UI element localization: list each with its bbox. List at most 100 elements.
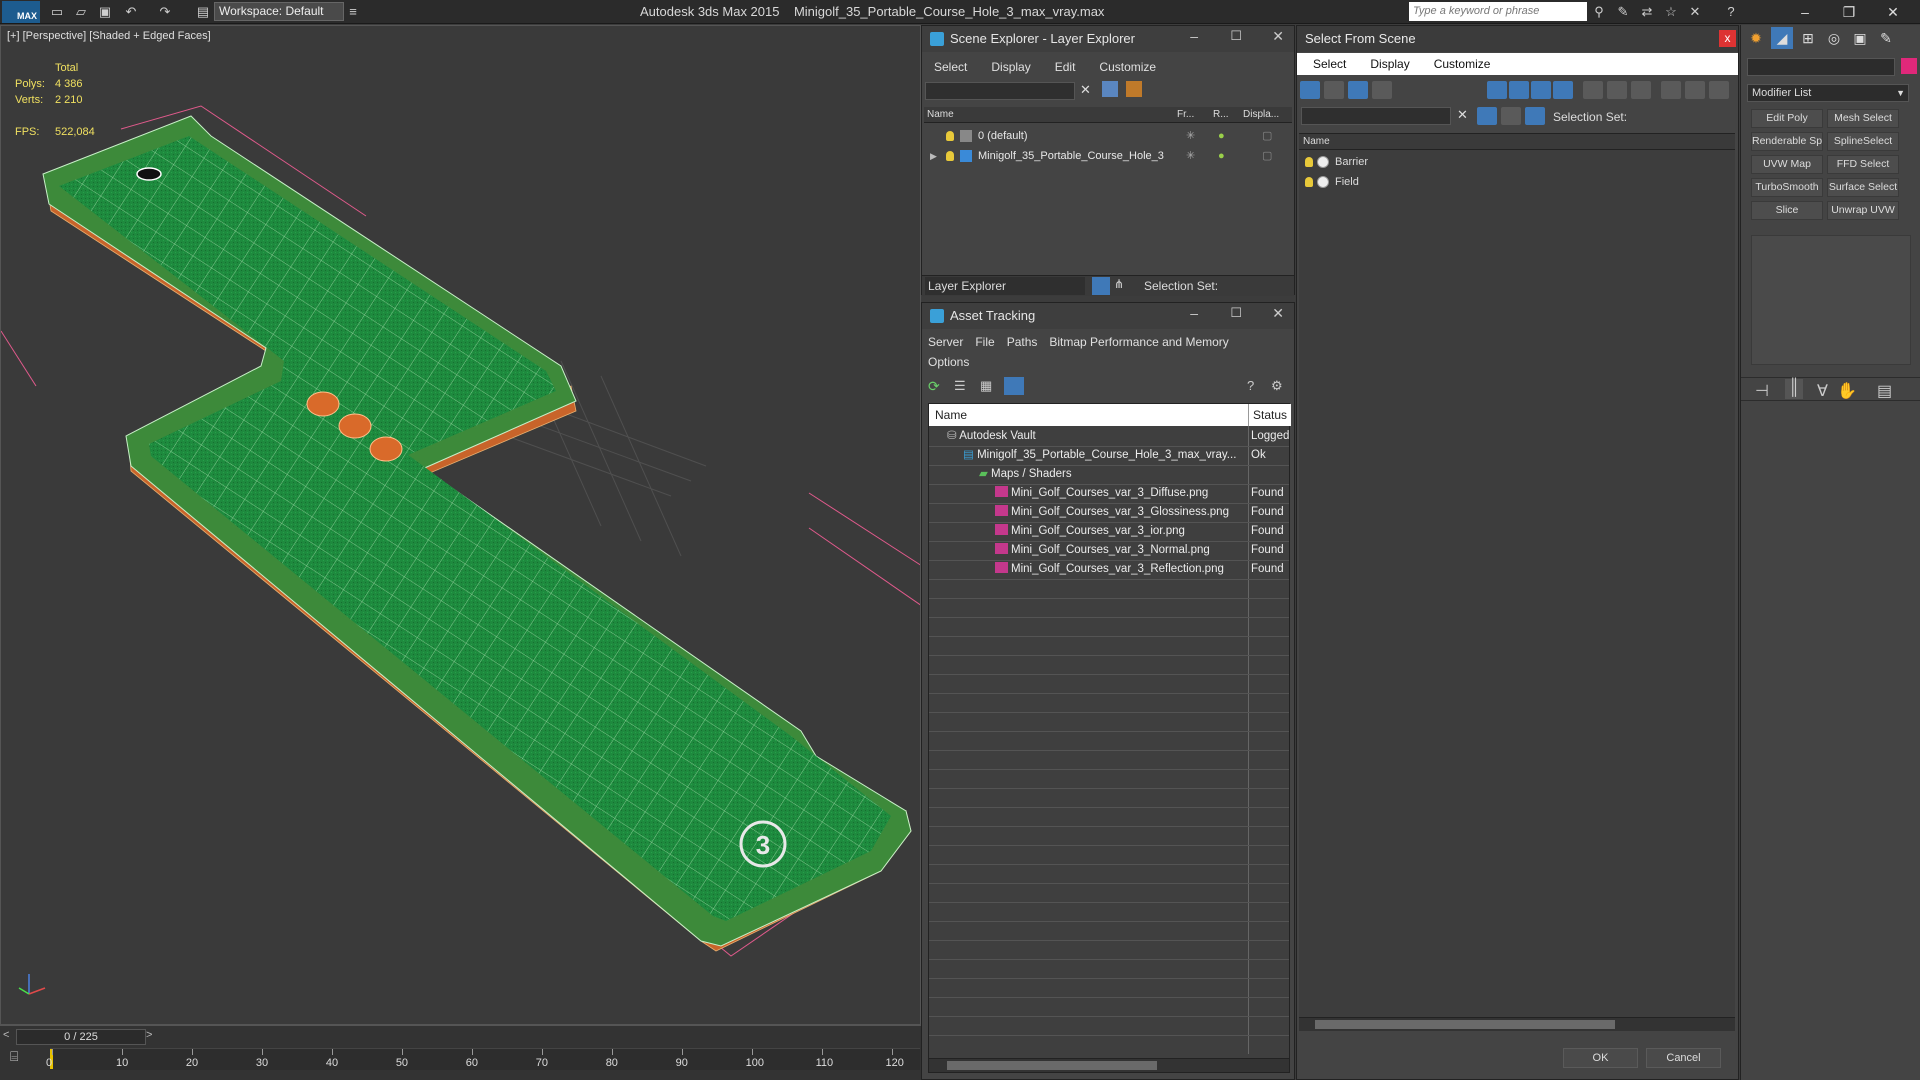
spacewarps-filter-icon[interactable] bbox=[1607, 81, 1627, 99]
save-file-icon[interactable]: ▣ bbox=[96, 3, 114, 21]
configure-sets-icon[interactable]: ▤ bbox=[1877, 381, 1892, 401]
display-icon[interactable]: ▢ bbox=[1262, 146, 1272, 166]
scene-search-input[interactable] bbox=[925, 82, 1075, 100]
maximize-icon[interactable]: ☐ bbox=[1230, 28, 1242, 44]
light-bulb-icon[interactable] bbox=[946, 151, 954, 161]
select-scene-titlebar[interactable]: Select From Scene bbox=[1297, 26, 1738, 52]
make-unique-icon[interactable]: ∀ bbox=[1817, 381, 1828, 401]
table-row[interactable]: Mini_Golf_Courses_var_3_Reflection.png Fo… bbox=[929, 560, 1289, 579]
maximize-icon[interactable]: ☐ bbox=[1230, 305, 1242, 321]
column-display[interactable]: Displa... bbox=[1240, 107, 1292, 123]
help-icon[interactable]: ? bbox=[1722, 3, 1740, 21]
scrollbar-thumb[interactable] bbox=[1315, 1020, 1615, 1029]
shapes-filter-icon[interactable] bbox=[1509, 81, 1529, 99]
table-row[interactable]: ▰ Maps / Shaders bbox=[929, 465, 1289, 484]
refresh-icon[interactable]: ⟳ bbox=[928, 378, 944, 394]
select-all-icon[interactable] bbox=[1300, 81, 1320, 99]
select-invert-icon[interactable] bbox=[1348, 81, 1368, 99]
surface-select-button[interactable]: Surface Select bbox=[1827, 178, 1899, 197]
mesh-select-button[interactable]: Mesh Select bbox=[1827, 109, 1899, 128]
minimize-button[interactable]: – bbox=[1790, 2, 1820, 22]
object-color-swatch[interactable] bbox=[1901, 58, 1917, 74]
collapse-icon[interactable] bbox=[1709, 81, 1729, 99]
hierarchy-filter-icon[interactable] bbox=[1685, 81, 1705, 99]
favorite-star-icon[interactable]: ☆ bbox=[1662, 3, 1680, 21]
spline-select-button[interactable]: SplineSelect bbox=[1827, 132, 1899, 151]
modifier-stack[interactable] bbox=[1751, 235, 1911, 365]
menu-options[interactable]: Options bbox=[922, 351, 975, 373]
menu-edit[interactable]: Edit bbox=[1043, 56, 1088, 78]
exchange-icon[interactable]: ⇄ bbox=[1638, 3, 1656, 21]
project-folder-icon[interactable]: ▤ bbox=[194, 3, 212, 21]
time-ruler[interactable]: 0 10 20 30 40 50 60 70 80 90 100 110 120 bbox=[46, 1048, 920, 1070]
minimize-icon[interactable]: – bbox=[1190, 28, 1198, 44]
layer-row[interactable]: ▶ Minigolf_35_Portable_Course_Hole_3 ✳ ●… bbox=[924, 146, 1292, 166]
table-row[interactable]: ▤ Minigolf_35_Portable_Course_Hole_3_max… bbox=[929, 446, 1289, 465]
select-dependents-icon[interactable] bbox=[1372, 81, 1392, 99]
light-bulb-icon[interactable] bbox=[946, 131, 954, 141]
menu-display[interactable]: Display bbox=[979, 56, 1042, 78]
menu-customize[interactable]: Customize bbox=[1422, 53, 1503, 75]
perspective-viewport[interactable]: [+] [Perspective] [Shaded + Edged Faces]… bbox=[0, 25, 921, 1025]
remove-modifier-icon[interactable]: ✋ bbox=[1837, 381, 1857, 401]
close-icon[interactable]: ✕ bbox=[1272, 305, 1284, 322]
motion-tab-icon[interactable]: ◎ bbox=[1823, 27, 1845, 49]
list-item-barrier[interactable]: Barrier bbox=[1299, 152, 1735, 172]
column-name[interactable]: Name bbox=[924, 107, 1174, 123]
horizontal-scrollbar[interactable] bbox=[929, 1058, 1289, 1072]
table-row[interactable]: Mini_Golf_Courses_var_3_Normal.png Found bbox=[929, 541, 1289, 560]
column-render[interactable]: R... bbox=[1210, 107, 1240, 123]
menu-paths[interactable]: Paths bbox=[1001, 331, 1044, 353]
lights-filter-icon[interactable] bbox=[1531, 81, 1551, 99]
column-status[interactable]: Status bbox=[1249, 404, 1291, 426]
workspace-dropdown[interactable]: Workspace: Default bbox=[214, 2, 344, 21]
menu-customize[interactable]: Customize bbox=[1087, 56, 1168, 78]
menu-select[interactable]: Select bbox=[1301, 53, 1358, 75]
new-file-icon[interactable]: ▭ bbox=[48, 3, 66, 21]
column-name[interactable]: Name bbox=[1299, 134, 1735, 150]
workspace-menu-icon[interactable]: ≡ bbox=[344, 3, 362, 21]
cameras-filter-icon[interactable] bbox=[1553, 81, 1573, 99]
close-button[interactable]: ✕ bbox=[1878, 2, 1908, 22]
filter-icon[interactable] bbox=[1102, 81, 1118, 97]
menu-display[interactable]: Display bbox=[1358, 53, 1421, 75]
binoculars-icon[interactable]: ⚲ bbox=[1590, 3, 1608, 21]
ffd-select-button[interactable]: FFD Select bbox=[1827, 155, 1899, 174]
minimize-icon[interactable]: – bbox=[1190, 305, 1198, 321]
timeline-next[interactable]: > bbox=[146, 1029, 152, 1041]
freeze-icon[interactable]: ✳ bbox=[1186, 126, 1195, 146]
ok-button[interactable]: OK bbox=[1563, 1048, 1638, 1068]
help-icon[interactable]: ? bbox=[1247, 378, 1263, 394]
pin-stack-icon[interactable]: ⊣ bbox=[1755, 381, 1769, 401]
clear-search-icon[interactable]: ✕ bbox=[1080, 82, 1091, 98]
menu-file[interactable]: File bbox=[969, 331, 1000, 353]
display-icon[interactable]: ▢ bbox=[1262, 126, 1272, 146]
timeline-prev[interactable]: < bbox=[3, 1029, 9, 1041]
menu-server[interactable]: Server bbox=[922, 331, 969, 353]
column-name[interactable]: Name bbox=[929, 404, 1249, 426]
expand-arrow-icon[interactable]: ▶ bbox=[930, 146, 937, 166]
geometry-filter-icon[interactable] bbox=[1487, 81, 1507, 99]
menu-bitmap-performance[interactable]: Bitmap Performance and Memory bbox=[1043, 331, 1234, 353]
find-filter-icon[interactable] bbox=[1477, 107, 1497, 125]
table-row[interactable]: Mini_Golf_Courses_var_3_Glossiness.png Fo… bbox=[929, 503, 1289, 522]
modifier-list-dropdown[interactable]: Modifier List ▼ bbox=[1747, 84, 1909, 102]
table-row[interactable]: ⛁ Autodesk Vault Logged bbox=[929, 427, 1289, 446]
search-input[interactable]: Type a keyword or phrase bbox=[1409, 2, 1587, 21]
clear-search-icon[interactable]: ✕ bbox=[1457, 107, 1468, 123]
frame-slider[interactable]: 0 / 225 bbox=[16, 1029, 146, 1045]
edit-poly-button[interactable]: Edit Poly bbox=[1751, 109, 1823, 128]
groups-filter-icon[interactable] bbox=[1631, 81, 1651, 99]
menu-select[interactable]: Select bbox=[922, 56, 979, 78]
render-teapot-icon[interactable]: ● bbox=[1218, 146, 1225, 166]
explorer-type-dropdown[interactable]: Layer Explorer bbox=[925, 277, 1085, 295]
app-logo[interactable]: MAX bbox=[2, 1, 40, 23]
layers-icon[interactable] bbox=[1501, 107, 1521, 125]
x-close-icon[interactable]: ✕ bbox=[1686, 3, 1704, 21]
close-icon[interactable]: ✕ bbox=[1272, 28, 1284, 45]
display-tab-icon[interactable]: ▣ bbox=[1849, 27, 1871, 49]
helpers-filter-icon[interactable] bbox=[1583, 81, 1603, 99]
settings-icon[interactable]: ⚙ bbox=[1271, 378, 1287, 394]
light-bulb-icon[interactable] bbox=[1305, 177, 1313, 187]
scrollbar-thumb[interactable] bbox=[947, 1061, 1157, 1070]
